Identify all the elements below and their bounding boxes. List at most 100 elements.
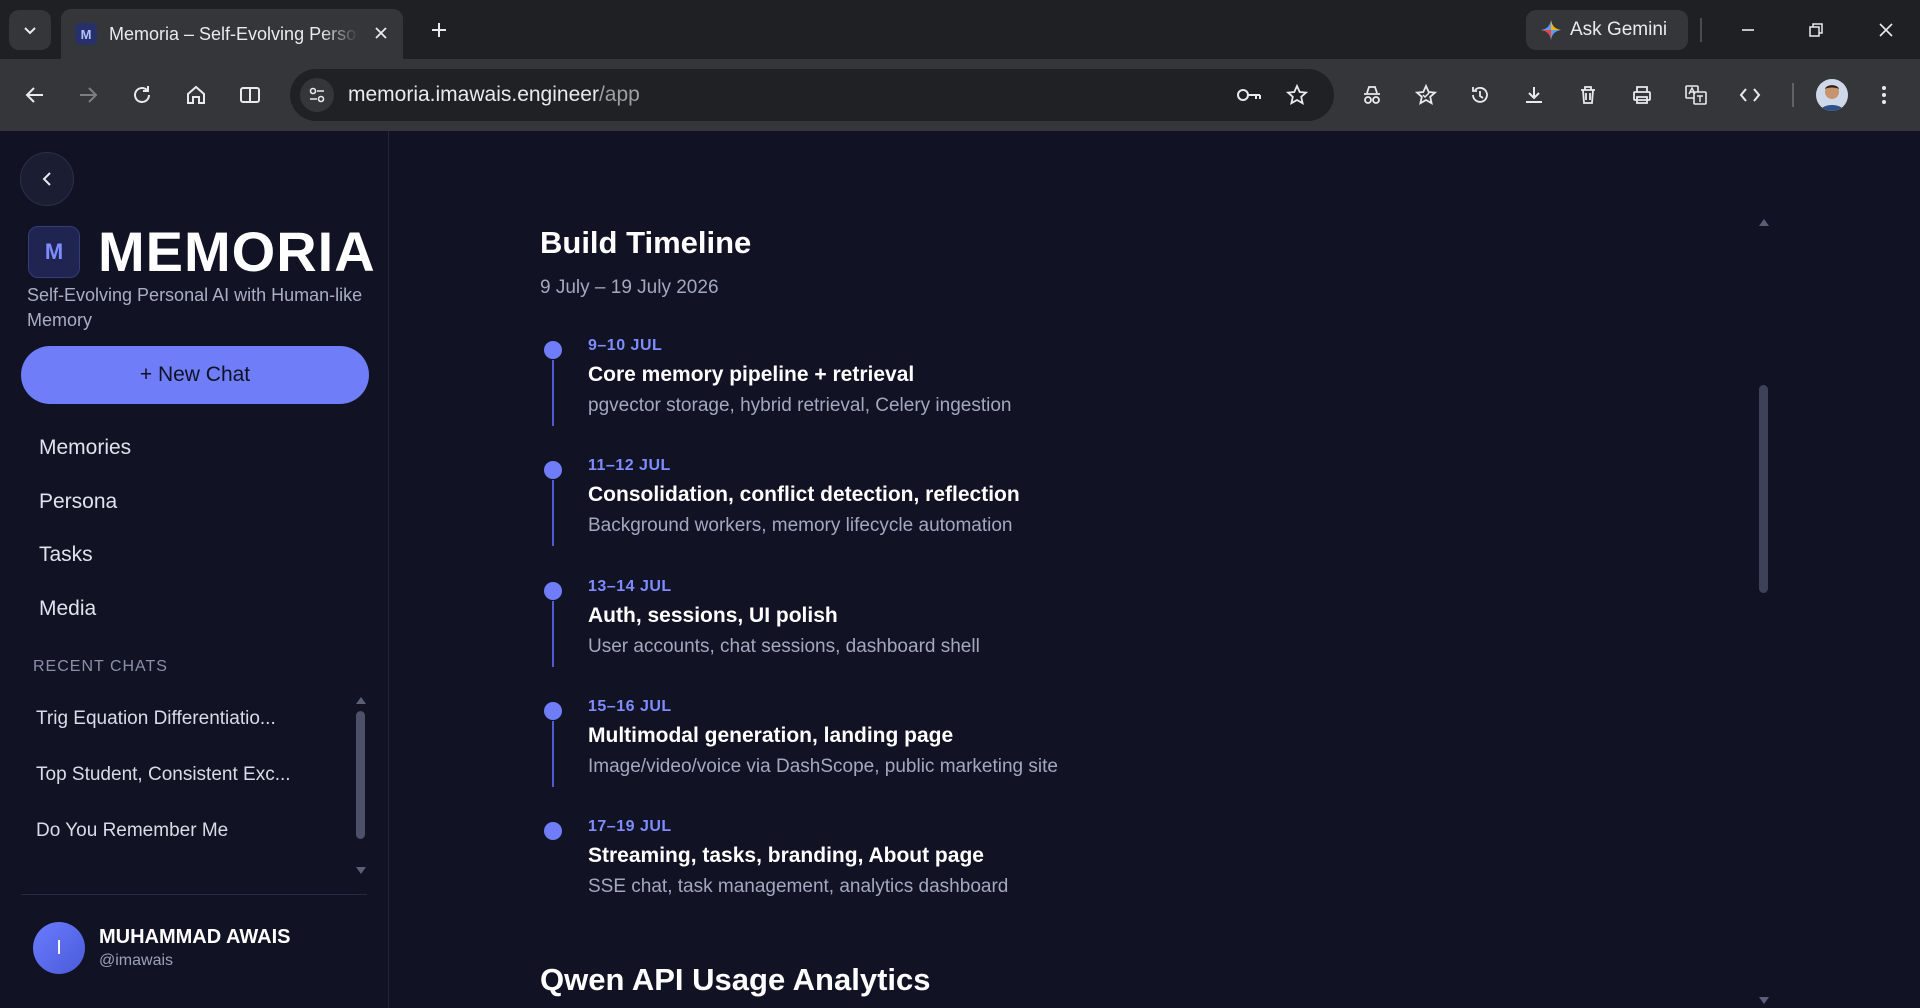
ask-gemini-label: Ask Gemini: [1570, 19, 1668, 40]
print-icon: [1633, 86, 1651, 104]
history-button[interactable]: [1460, 75, 1500, 115]
browser-menu-button[interactable]: [1864, 75, 1904, 115]
restore-button[interactable]: [1796, 12, 1836, 48]
key-icon: [1237, 89, 1261, 101]
timeline-title: Multimodal generation, landing page: [588, 724, 954, 747]
recent-scroll-up-arrow[interactable]: [356, 697, 366, 704]
tab-title: Memoria – Self-Evolving Personal AI: [109, 23, 359, 44]
star-icon: [1286, 84, 1308, 105]
timeline-dot: [544, 582, 562, 600]
split-view-button[interactable]: [230, 75, 270, 115]
timeline-line: [552, 360, 554, 426]
site-info-button[interactable]: [300, 78, 334, 112]
tabbar-divider: [1700, 18, 1702, 42]
timeline-line: [552, 601, 554, 667]
brand-name: MEMORIA: [98, 220, 376, 283]
timeline-dot: [544, 341, 562, 359]
browser-tab-bar: M Memoria – Self-Evolving Personal AI As…: [0, 0, 1920, 59]
nav-item-media[interactable]: Media: [39, 597, 96, 621]
history-icon: [1472, 87, 1488, 103]
delete-button[interactable]: [1568, 75, 1608, 115]
bookmark-star-button[interactable]: [1280, 78, 1314, 112]
logo-icon: M: [28, 225, 80, 278]
tab-close-button[interactable]: [371, 23, 391, 43]
profile-photo-icon: [1816, 79, 1848, 111]
minimize-button[interactable]: [1728, 12, 1768, 48]
main-scroll-up-arrow[interactable]: [1759, 219, 1769, 226]
sidebar: M MEMORIA Self-Evolving Personal AI with…: [0, 131, 389, 1008]
arrow-right-icon: [80, 87, 98, 103]
nav-item-persona[interactable]: Persona: [39, 490, 117, 514]
reload-icon: [134, 86, 150, 103]
downloads-button[interactable]: [1514, 75, 1554, 115]
timeline-entry: 17–19 JUL Streaming, tasks, branding, Ab…: [540, 813, 1440, 923]
close-icon: [375, 27, 387, 39]
tune-icon: [309, 87, 325, 103]
new-chat-button[interactable]: + New Chat: [21, 346, 369, 404]
forward-button[interactable]: [68, 75, 108, 115]
devtools-button[interactable]: [1730, 75, 1770, 115]
timeline-date: 15–16 JUL: [588, 698, 672, 715]
sidebar-divider: [21, 894, 367, 895]
timeline-desc: User accounts, chat sessions, dashboard …: [588, 636, 980, 657]
timeline-entry: 13–14 JUL Auth, sessions, UI polish User…: [540, 573, 1440, 683]
password-key-button[interactable]: [1232, 78, 1266, 112]
nav-item-tasks[interactable]: Tasks: [39, 543, 93, 567]
tab-search-button[interactable]: [9, 10, 51, 50]
timeline-title: Consolidation, conflict detection, refle…: [588, 483, 1020, 506]
home-button[interactable]: [176, 75, 216, 115]
back-button[interactable]: [15, 75, 55, 115]
timeline-title: Core memory pipeline + retrieval: [588, 363, 915, 386]
recent-scrollbar-thumb[interactable]: [356, 711, 365, 839]
collapse-sidebar-button[interactable]: [20, 152, 74, 206]
url-path: /app: [598, 83, 640, 106]
favicon-icon: M: [75, 23, 97, 45]
incognito-icon: [1364, 86, 1380, 104]
incognito-button[interactable]: [1352, 75, 1392, 115]
browser-tab[interactable]: M Memoria – Self-Evolving Personal AI: [61, 9, 403, 59]
translate-icon: [1685, 85, 1707, 105]
address-bar[interactable]: memoria.imawais.engineer/app: [290, 69, 1334, 121]
timeline-line: [552, 480, 554, 546]
build-timeline-heading: Build Timeline: [540, 225, 752, 260]
profile-avatar[interactable]: [1816, 79, 1848, 111]
main-scrollbar-thumb[interactable]: [1759, 385, 1768, 593]
timeline-date: 13–14 JUL: [588, 578, 672, 595]
bookmarks-button[interactable]: [1406, 75, 1446, 115]
brand: M MEMORIA: [28, 219, 376, 284]
user-handle: @imawais: [99, 952, 174, 969]
plus-icon: [432, 23, 446, 37]
recent-chat-item[interactable]: Trig Equation Differentiatio...: [36, 708, 276, 730]
user-info: MUHAMMAD AWAIS @imawais: [99, 926, 290, 970]
timeline-desc: pgvector storage, hybrid retrieval, Cele…: [588, 395, 1012, 416]
recent-chats-heading: RECENT CHATS: [33, 658, 168, 675]
bookmarks-star-icon: [1415, 84, 1437, 105]
timeline-dot: [544, 461, 562, 479]
nav-item-memories[interactable]: Memories: [39, 436, 131, 460]
window-close-button[interactable]: [1866, 12, 1906, 48]
reload-button[interactable]: [122, 75, 162, 115]
recent-scroll-down-arrow[interactable]: [356, 867, 366, 874]
user-avatar: I: [33, 922, 85, 974]
main-scroll-down-arrow[interactable]: [1759, 997, 1769, 1004]
recent-chat-item[interactable]: Do You Remember Me: [36, 820, 228, 842]
code-icon: [1739, 88, 1761, 102]
qwen-analytics-heading: Qwen API Usage Analytics: [540, 962, 931, 997]
timeline-date: 17–19 JUL: [588, 818, 672, 835]
timeline-desc: Background workers, memory lifecycle aut…: [588, 515, 1013, 536]
more-vert-icon: [1882, 86, 1886, 104]
timeline-title: Auth, sessions, UI polish: [588, 604, 838, 627]
arrow-left-icon: [25, 87, 43, 103]
brand-tagline: Self-Evolving Personal AI with Human-lik…: [27, 285, 363, 330]
timeline-line: [552, 721, 554, 787]
recent-chat-item[interactable]: Top Student, Consistent Exc...: [36, 764, 291, 786]
translate-button[interactable]: [1676, 75, 1716, 115]
main-content: Build Timeline 9 July – 19 July 2026 9–1…: [390, 131, 1920, 1008]
print-button[interactable]: [1622, 75, 1662, 115]
gemini-sparkle-icon: [1540, 19, 1562, 41]
new-tab-button[interactable]: [424, 15, 454, 45]
ask-gemini-button[interactable]: Ask Gemini: [1526, 10, 1688, 50]
browser-toolbar: memoria.imawais.engineer/app: [0, 59, 1920, 131]
toolbar-divider: [1792, 83, 1794, 107]
user-profile[interactable]: I MUHAMMAD AWAIS @imawais: [33, 922, 290, 974]
